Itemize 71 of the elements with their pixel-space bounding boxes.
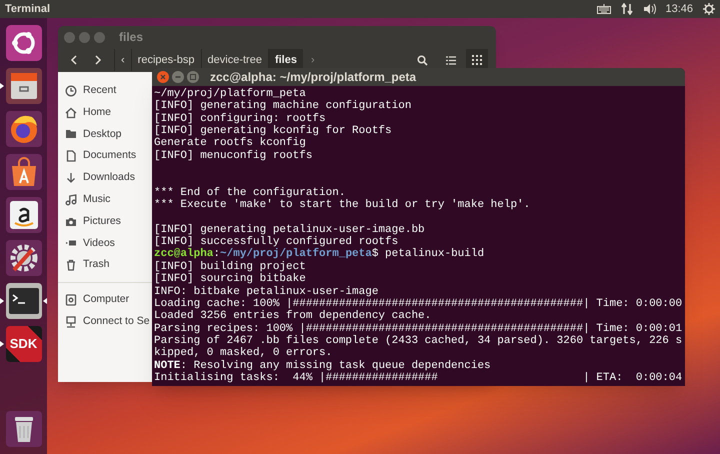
gear-wrench-icon[interactable] xyxy=(6,240,42,276)
terminal-output-line: [INFO] menuconfig rootfs xyxy=(154,150,314,162)
terminal-output-line: INFO: bitbake petalinux-user-image xyxy=(154,286,380,298)
terminal-output-line: kipped, 0 masked, 0 errors. xyxy=(154,347,334,360)
amazon-icon[interactable] xyxy=(6,196,42,232)
file-cabinet-icon[interactable] xyxy=(6,68,42,104)
list-view-icon[interactable] xyxy=(446,56,456,64)
terminal-output-line: Parsing of 2467 .bb files complete (2433 cached, 34 parsed). 3260 targets, 226 s xyxy=(154,334,683,347)
grid-icon xyxy=(472,55,482,65)
clock-icon xyxy=(65,84,77,97)
down-arrow-icon xyxy=(65,172,77,184)
terminal-output-line: [INFO] generating machine configuration xyxy=(154,100,412,113)
terminal-output-line: *** End of the configuration. xyxy=(154,186,346,199)
firefox-icon[interactable] xyxy=(6,110,42,146)
trash-bin-icon[interactable] xyxy=(6,410,42,446)
sidebar-item[interactable]: Videos xyxy=(83,236,115,252)
volume-icon[interactable] xyxy=(643,3,658,15)
terminal-icon[interactable] xyxy=(6,282,42,318)
sidebar-item[interactable]: Recent xyxy=(83,83,116,99)
terminal-output-line: [INFO] configuring: rootfs xyxy=(154,112,327,125)
back-icon[interactable] xyxy=(70,55,78,65)
terminal-output-line: Generate rootfs kconfig xyxy=(154,137,307,150)
terminal-output-line: [INFO] generating petalinux-user-image.bb xyxy=(154,224,426,236)
home-icon xyxy=(65,106,77,119)
terminal-output-line: [INFO] generating kconfig for Rootfs xyxy=(154,125,393,138)
window-title: files xyxy=(119,29,144,46)
power-gear-icon[interactable] xyxy=(703,3,715,15)
prompt-user: zcc@alpha xyxy=(154,248,214,261)
network-arrows-icon[interactable] xyxy=(621,3,634,15)
maximize-button[interactable] xyxy=(187,71,199,83)
sidebar-item[interactable]: Connect to Se xyxy=(83,314,150,330)
terminal-output-line: [INFO] successfully configured rootfs xyxy=(154,236,398,248)
terminal-output-line: Loaded 3256 entries from dependency cache. xyxy=(154,310,432,323)
sidebar-item[interactable]: Trash xyxy=(83,257,110,274)
active-app-title: Terminal xyxy=(5,2,50,17)
sidebar-item[interactable]: Music xyxy=(83,192,110,208)
close-button[interactable] xyxy=(157,71,169,83)
search-icon[interactable] xyxy=(417,54,428,66)
music-note-icon xyxy=(65,194,77,206)
sidebar-item[interactable]: Documents xyxy=(83,148,136,164)
keyboard-icon[interactable] xyxy=(597,4,612,14)
window-title: zcc@alpha: ~/my/proj/platform_peta xyxy=(210,69,416,86)
clock[interactable]: 13:46 xyxy=(665,0,693,18)
terminal-output-line: Parsing recipes: 100% |##########################################| Time: 0:00:01 xyxy=(154,322,683,335)
sdk-app-icon[interactable]: SDK xyxy=(6,326,42,362)
sidebar-item[interactable]: Computer xyxy=(83,292,130,308)
path-scroll-left[interactable]: ‹ xyxy=(114,49,131,71)
command-text: $ petalinux-build xyxy=(372,248,484,261)
monitor-icon xyxy=(65,316,77,328)
prompt-separator: : xyxy=(213,248,220,261)
minimize-button[interactable] xyxy=(172,71,184,83)
shopping-bag-icon[interactable] xyxy=(6,154,42,190)
terminal-output-line: ~/my/proj/platform_peta xyxy=(154,88,307,100)
terminal-output-line: NOTE: Resolving any missing task queue dependencies xyxy=(154,360,492,372)
sidebar-item[interactable]: Home xyxy=(83,104,112,121)
folder-icon xyxy=(65,128,77,140)
prompt-path: ~/my/proj/platform_peta xyxy=(220,248,372,261)
sidebar-item[interactable]: Downloads xyxy=(83,170,135,186)
terminal-output-line: Initialising tasks: 44% |################# | ETA: 0:00:04 xyxy=(154,372,683,384)
trash-icon xyxy=(65,259,77,272)
sidebar-item[interactable]: Desktop xyxy=(83,126,122,142)
drive-icon xyxy=(65,294,77,306)
camera-icon xyxy=(65,216,77,228)
terminal-output-line: *** Execute 'make' to start the build or try 'make help'. xyxy=(154,199,532,212)
terminal-output-line: [INFO] building project xyxy=(154,260,307,273)
terminal-output-line: Loading cache: 100% |############################################| Time: 0:00:00 xyxy=(154,298,683,310)
dash-logo-icon[interactable] xyxy=(6,24,42,60)
terminal-output-line: [INFO] sourcing bitbake xyxy=(154,273,307,286)
sidebar-item[interactable]: Pictures xyxy=(83,214,121,230)
forward-icon[interactable] xyxy=(94,55,102,65)
document-icon xyxy=(65,150,77,162)
